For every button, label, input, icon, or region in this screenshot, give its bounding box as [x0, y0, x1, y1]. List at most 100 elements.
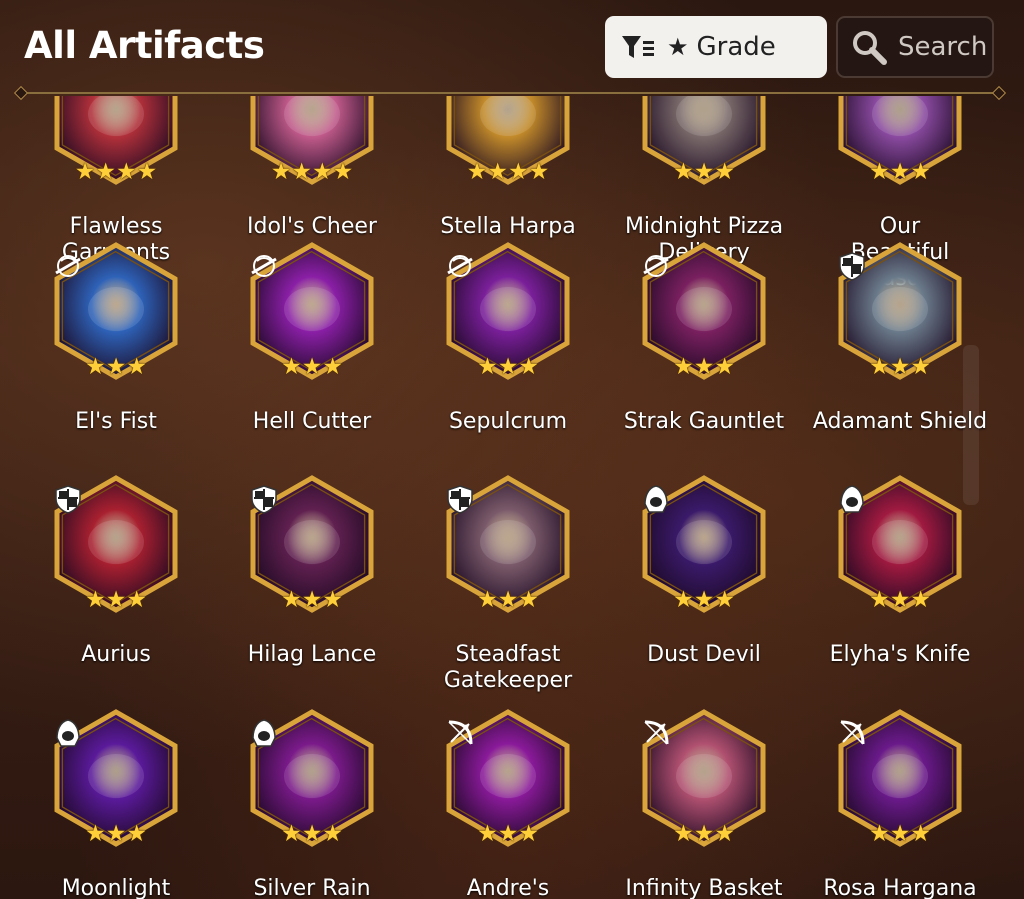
- ranger-bow-icon: [445, 718, 475, 748]
- star-icon: ★: [869, 354, 890, 380]
- knight-shield-icon: [53, 484, 83, 514]
- artifact-card[interactable]: ★ ★ ★ Rosa Hargana: [802, 708, 998, 899]
- filter-icon: [622, 36, 654, 58]
- star-icon: ★: [487, 159, 508, 185]
- artifact-icon: ★ ★ ★: [443, 241, 573, 381]
- star-icon: ★: [889, 354, 911, 380]
- thief-hood-icon: [837, 484, 867, 514]
- artifact-card[interactable]: ★ ★ ★ Hell Cutter: [214, 241, 410, 471]
- artifact-card[interactable]: ★ ★ ★ Elyha's Knife: [802, 474, 998, 704]
- soul-weaver-icon: [641, 251, 671, 281]
- star-icon: ★: [477, 821, 498, 847]
- star-icon: ★: [910, 821, 931, 847]
- star-rating: ★ ★ ★ ★: [75, 161, 158, 184]
- search-button[interactable]: Search: [836, 16, 994, 78]
- star-icon: ★: [518, 587, 539, 613]
- artifact-card[interactable]: ★ ★ ★ Steadfast Gatekeeper: [410, 474, 606, 704]
- artifact-icon: ★ ★ ★: [639, 474, 769, 614]
- artifact-card[interactable]: ★ ★ ★ Dust Devil: [606, 474, 802, 704]
- star-icon: ★: [126, 354, 147, 380]
- artifact-name: Infinity Basket: [625, 876, 783, 899]
- artifact-icon: ★ ★ ★: [51, 474, 181, 614]
- star-icon: ★: [667, 33, 689, 61]
- ranger-bow-icon: [837, 718, 867, 748]
- star-icon: ★: [105, 821, 127, 847]
- star-rating: ★ ★ ★: [869, 356, 931, 379]
- artifact-name: Idol's Cheer: [247, 214, 377, 239]
- artifact-name: Hell Cutter: [252, 409, 372, 434]
- artifact-icon: ★ ★ ★: [835, 708, 965, 848]
- artifact-card[interactable]: ★ ★ ★ Silver Rain: [214, 708, 410, 899]
- star-rating: ★ ★ ★: [673, 823, 735, 846]
- artifact-icon: ★ ★ ★: [639, 708, 769, 848]
- star-icon: ★: [332, 159, 354, 185]
- star-icon: ★: [301, 821, 323, 847]
- star-icon: ★: [281, 821, 302, 847]
- artifact-card[interactable]: ★ ★ ★ Aurius: [18, 474, 214, 704]
- artifact-icon: ★ ★ ★: [51, 241, 181, 381]
- artifact-card[interactable]: ★ ★ ★ Sepulcrum: [410, 241, 606, 471]
- artifact-icon: ★ ★ ★: [247, 474, 377, 614]
- star-rating: ★ ★ ★: [281, 823, 343, 846]
- artifact-icon: ★ ★ ★ ★: [247, 96, 377, 186]
- star-icon: ★: [466, 159, 488, 185]
- star-icon: ★: [126, 587, 147, 613]
- artifact-name: Strak Gauntlet: [623, 409, 785, 434]
- star-icon: ★: [673, 354, 694, 380]
- star-rating: ★ ★ ★: [477, 823, 539, 846]
- star-icon: ★: [508, 159, 529, 185]
- star-icon: ★: [126, 821, 147, 847]
- artifact-card[interactable]: ★ ★ ★ Infinity Basket: [606, 708, 802, 899]
- star-icon: ★: [889, 159, 911, 185]
- star-icon: ★: [270, 159, 292, 185]
- star-rating: ★ ★ ★: [477, 356, 539, 379]
- star-icon: ★: [322, 354, 343, 380]
- star-icon: ★: [301, 354, 323, 380]
- artifact-icon: ★ ★ ★: [443, 708, 573, 848]
- search-label: Search: [898, 32, 988, 62]
- star-icon: ★: [477, 354, 498, 380]
- star-icon: ★: [869, 159, 890, 185]
- soul-weaver-icon: [249, 251, 279, 281]
- star-rating: ★ ★ ★: [85, 589, 147, 612]
- grade-filter-button[interactable]: ★ Grade: [605, 16, 827, 78]
- star-icon: ★: [105, 354, 127, 380]
- page-title: All Artifacts: [24, 24, 265, 67]
- star-icon: ★: [312, 159, 333, 185]
- knight-shield-icon: [249, 484, 279, 514]
- artifact-card[interactable]: ★ ★ ★ El's Fist: [18, 241, 214, 471]
- star-icon: ★: [693, 821, 715, 847]
- header-bar: All Artifacts ★ Grade Search: [0, 0, 1024, 96]
- star-icon: ★: [322, 587, 343, 613]
- star-icon: ★: [889, 587, 911, 613]
- header-divider: [20, 92, 1000, 94]
- artifact-icon: ★ ★ ★: [639, 96, 769, 186]
- star-icon: ★: [281, 587, 302, 613]
- star-icon: ★: [528, 159, 550, 185]
- star-rating: ★ ★ ★: [85, 356, 147, 379]
- star-rating: ★ ★ ★: [477, 589, 539, 612]
- star-icon: ★: [673, 821, 694, 847]
- artifact-card[interactable]: ★★★MoonlightDreamblade: [18, 708, 214, 899]
- star-icon: ★: [673, 587, 694, 613]
- star-icon: ★: [116, 159, 137, 185]
- artifact-card[interactable]: ★ ★ ★ Hilag Lance: [214, 474, 410, 704]
- star-rating: ★ ★ ★: [869, 161, 931, 184]
- artifact-name: Silver Rain: [253, 876, 371, 899]
- star-rating: ★ ★ ★: [869, 823, 931, 846]
- artifact-name: El's Fist: [75, 409, 157, 434]
- star-icon: ★: [518, 821, 539, 847]
- knight-shield-icon: [837, 251, 867, 281]
- grade-label: Grade: [696, 32, 776, 62]
- star-icon: ★: [291, 159, 312, 185]
- scrollbar[interactable]: [963, 345, 979, 505]
- artifact-icon: ★ ★ ★: [247, 241, 377, 381]
- star-rating: ★ ★ ★ ★: [467, 161, 550, 184]
- star-icon: ★: [714, 587, 735, 613]
- star-icon: ★: [95, 159, 116, 185]
- artifact-name: Dust Devil: [647, 642, 761, 667]
- artifact-card[interactable]: ★ ★ ★ Strak Gauntlet: [606, 241, 802, 471]
- artifact-card[interactable]: ★★★Andre'sCrossbow: [410, 708, 606, 899]
- star-icon: ★: [714, 159, 735, 185]
- artifact-icon: ★ ★ ★ ★: [51, 96, 181, 186]
